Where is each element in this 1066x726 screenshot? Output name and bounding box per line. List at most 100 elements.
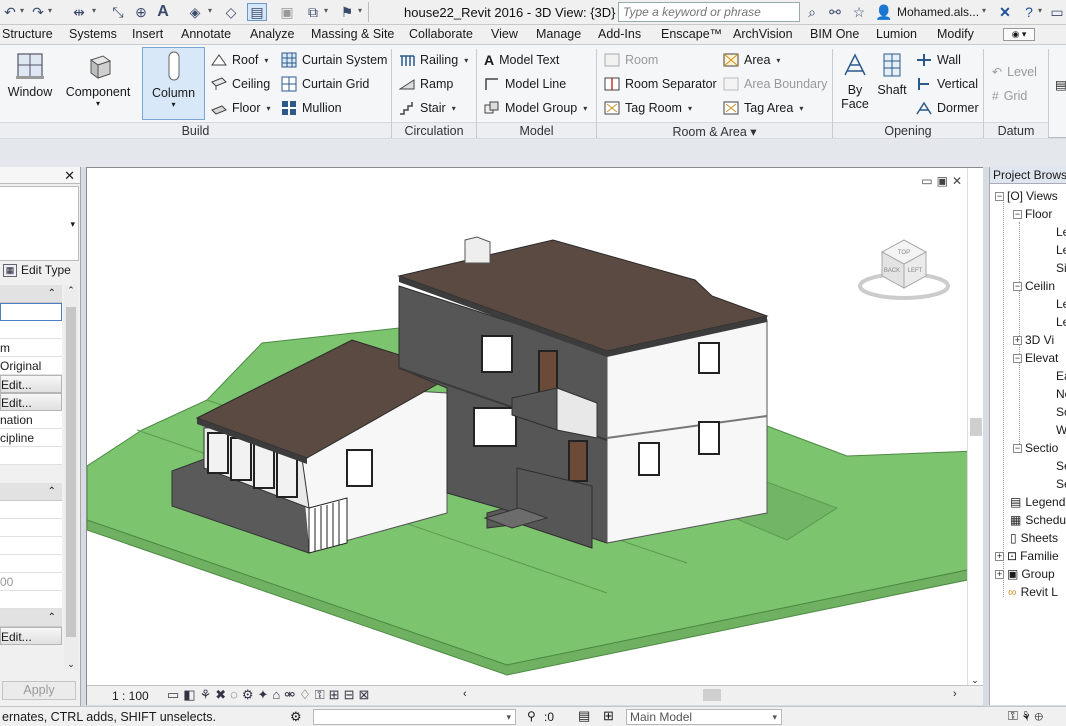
- browser-node-ceiling[interactable]: − Ceilin: [1013, 279, 1055, 293]
- align-dimension-icon[interactable]: ⇹: [70, 3, 88, 21]
- tag-icon[interactable]: ⊕: [132, 3, 150, 21]
- collapse-icon[interactable]: −: [1013, 443, 1022, 453]
- browser-node-floor[interactable]: − Floor: [1013, 207, 1052, 221]
- user-name[interactable]: Mohamed.als...: [897, 5, 979, 19]
- property-group-header[interactable]: ⌃: [0, 285, 62, 303]
- binoculars-icon[interactable]: ⌕: [803, 3, 821, 21]
- area-boundary-button[interactable]: Area Boundary: [723, 74, 827, 94]
- collapse-icon[interactable]: −: [1013, 281, 1022, 291]
- tab-massing-site[interactable]: Massing & Site: [311, 27, 394, 41]
- help-icon[interactable]: ?: [1020, 3, 1038, 21]
- minimize-icon[interactable]: ▭: [1048, 3, 1066, 21]
- floor-dropdown-icon[interactable]: ▾: [266, 104, 270, 113]
- column-button[interactable]: Column ▾: [142, 47, 205, 120]
- view-vertical-scrollbar[interactable]: ⌄: [967, 168, 983, 688]
- component-dropdown-icon[interactable]: ▾: [62, 99, 134, 108]
- view-window-controls[interactable]: ▭▣✕: [921, 174, 966, 188]
- room-area-panel-label[interactable]: Room & Area ▾: [597, 122, 832, 139]
- user-icon[interactable]: 👤: [875, 3, 893, 21]
- browser-node-site[interactable]: Si: [1056, 261, 1066, 275]
- stair-dropdown-icon[interactable]: ▾: [452, 104, 456, 113]
- edit-button[interactable]: Edit...: [0, 627, 62, 645]
- browser-node-elevation[interactable]: No: [1056, 387, 1066, 401]
- browser-node-level[interactable]: Le: [1056, 225, 1066, 239]
- by-face-button[interactable]: By Face: [838, 49, 872, 121]
- browser-node-level[interactable]: Le: [1056, 243, 1066, 257]
- view-control-icons[interactable]: ▭◧⚘✖◌⚙✦⌂⚮♢⚿⊞⊟⊠: [167, 687, 373, 703]
- search-box[interactable]: [618, 2, 800, 22]
- properties-scrollbar-thumb[interactable]: [66, 307, 76, 637]
- section-icon[interactable]: ◇: [222, 3, 240, 21]
- column-dropdown-icon[interactable]: ▾: [143, 100, 204, 109]
- customize-quick-access-icon[interactable]: ⚑: [338, 3, 356, 21]
- browser-node-views[interactable]: − [O] Views: [995, 189, 1058, 203]
- collapse-icon[interactable]: −: [1013, 353, 1022, 363]
- model-group-dropdown-icon[interactable]: ▾: [583, 104, 587, 113]
- expand-icon[interactable]: +: [995, 569, 1004, 579]
- collapse-caret-icon[interactable]: ⌃: [48, 483, 56, 500]
- workset-dropdown[interactable]: ▾: [313, 709, 516, 725]
- model-canvas[interactable]: [87, 168, 967, 685]
- tab-insert[interactable]: Insert: [132, 27, 163, 41]
- shaft-button[interactable]: Shaft: [874, 49, 910, 121]
- worksets-icon[interactable]: ⚙: [290, 709, 302, 725]
- browser-node-elevation[interactable]: So: [1056, 405, 1066, 419]
- collapse-icon[interactable]: −: [995, 191, 1004, 201]
- browser-node-elevation[interactable]: W: [1056, 423, 1066, 437]
- 3d-dropdown-icon[interactable]: ▾: [208, 6, 212, 15]
- expand-icon[interactable]: +: [1013, 335, 1022, 345]
- type-selector[interactable]: ▾: [0, 186, 79, 261]
- edit-button[interactable]: Edit...: [0, 393, 62, 411]
- 3d-view-window[interactable]: ▭▣✕ TOP BACK LEFT ⌄ 1 : 100 ▭◧⚘✖◌⚙✦⌂⚮♢⚿⊞…: [86, 167, 983, 705]
- collapse-icon[interactable]: −: [1013, 209, 1022, 219]
- measure-dropdown-icon[interactable]: ▾: [92, 6, 96, 15]
- undo-icon[interactable]: ↶: [2, 3, 18, 21]
- collapse-caret-icon[interactable]: ⌃: [48, 609, 56, 626]
- level-button[interactable]: ↶ Level: [992, 62, 1037, 82]
- vertical-opening-button[interactable]: Vertical: [916, 74, 978, 94]
- selection-toggle-icons[interactable]: ⚿⚘⊕: [1008, 708, 1048, 724]
- tag-area-dropdown-icon[interactable]: ▾: [799, 104, 803, 113]
- view-horizontal-scrollbar-thumb[interactable]: [703, 689, 721, 701]
- room-button[interactable]: Room: [604, 50, 658, 70]
- model-group-button[interactable]: Model Group ▾: [484, 98, 587, 118]
- tag-area-button[interactable]: Tag Area ▾: [723, 98, 803, 118]
- browser-node-level[interactable]: Le: [1056, 297, 1066, 311]
- ribbon-display-toggle[interactable]: ◉ ▾: [1003, 28, 1035, 41]
- ceiling-button[interactable]: Ceiling: [211, 74, 270, 94]
- design-option-dropdown[interactable]: Main Model ▾: [626, 709, 782, 725]
- filter-icon[interactable]: ⚲: [527, 709, 536, 723]
- railing-button[interactable]: Railing ▾: [399, 50, 468, 70]
- model-text-button[interactable]: A Model Text: [484, 50, 559, 70]
- roof-button[interactable]: Roof ▾: [211, 50, 268, 70]
- tab-analyze[interactable]: Analyze: [250, 27, 294, 41]
- property-group-header[interactable]: ⌃: [0, 483, 62, 501]
- tag-room-button[interactable]: Tag Room ▾: [604, 98, 692, 118]
- view-scale[interactable]: 1 : 100: [112, 689, 149, 703]
- tag-room-dropdown-icon[interactable]: ▾: [688, 104, 692, 113]
- undo-dropdown-icon[interactable]: ▾: [20, 6, 24, 15]
- browser-node-elevations[interactable]: − Elevat: [1013, 351, 1058, 365]
- tab-enscape[interactable]: Enscape™: [661, 27, 722, 41]
- tab-lumion[interactable]: Lumion: [876, 27, 917, 41]
- property-group-header[interactable]: ⌃: [0, 609, 62, 627]
- scroll-down-icon[interactable]: ⌄: [64, 659, 78, 670]
- grid-button[interactable]: # Grid: [992, 86, 1027, 106]
- exchange-apps-icon[interactable]: ✕: [995, 3, 1015, 21]
- thin-lines-icon[interactable]: ▤: [247, 3, 267, 21]
- edit-button[interactable]: Edit...: [0, 375, 62, 393]
- browser-node-sheets[interactable]: ▯ Sheets: [1010, 531, 1058, 545]
- property-value-field[interactable]: [0, 303, 62, 321]
- browser-node-section[interactable]: Se: [1056, 459, 1066, 473]
- tab-view[interactable]: View: [491, 27, 518, 41]
- room-separator-button[interactable]: Room Separator: [604, 74, 717, 94]
- tab-structure[interactable]: Structure: [2, 27, 53, 41]
- favorites-star-icon[interactable]: ☆: [850, 3, 868, 21]
- search-input[interactable]: [623, 5, 793, 19]
- tab-modify[interactable]: Modify: [937, 27, 974, 41]
- window-button[interactable]: Window: [4, 49, 56, 121]
- component-button[interactable]: Component ▾: [62, 49, 134, 121]
- scroll-right-icon[interactable]: ›: [953, 688, 957, 700]
- properties-scrollbar[interactable]: ⌃ ⌄: [64, 285, 78, 670]
- browser-node-families[interactable]: + ⊡ Familie: [995, 549, 1059, 563]
